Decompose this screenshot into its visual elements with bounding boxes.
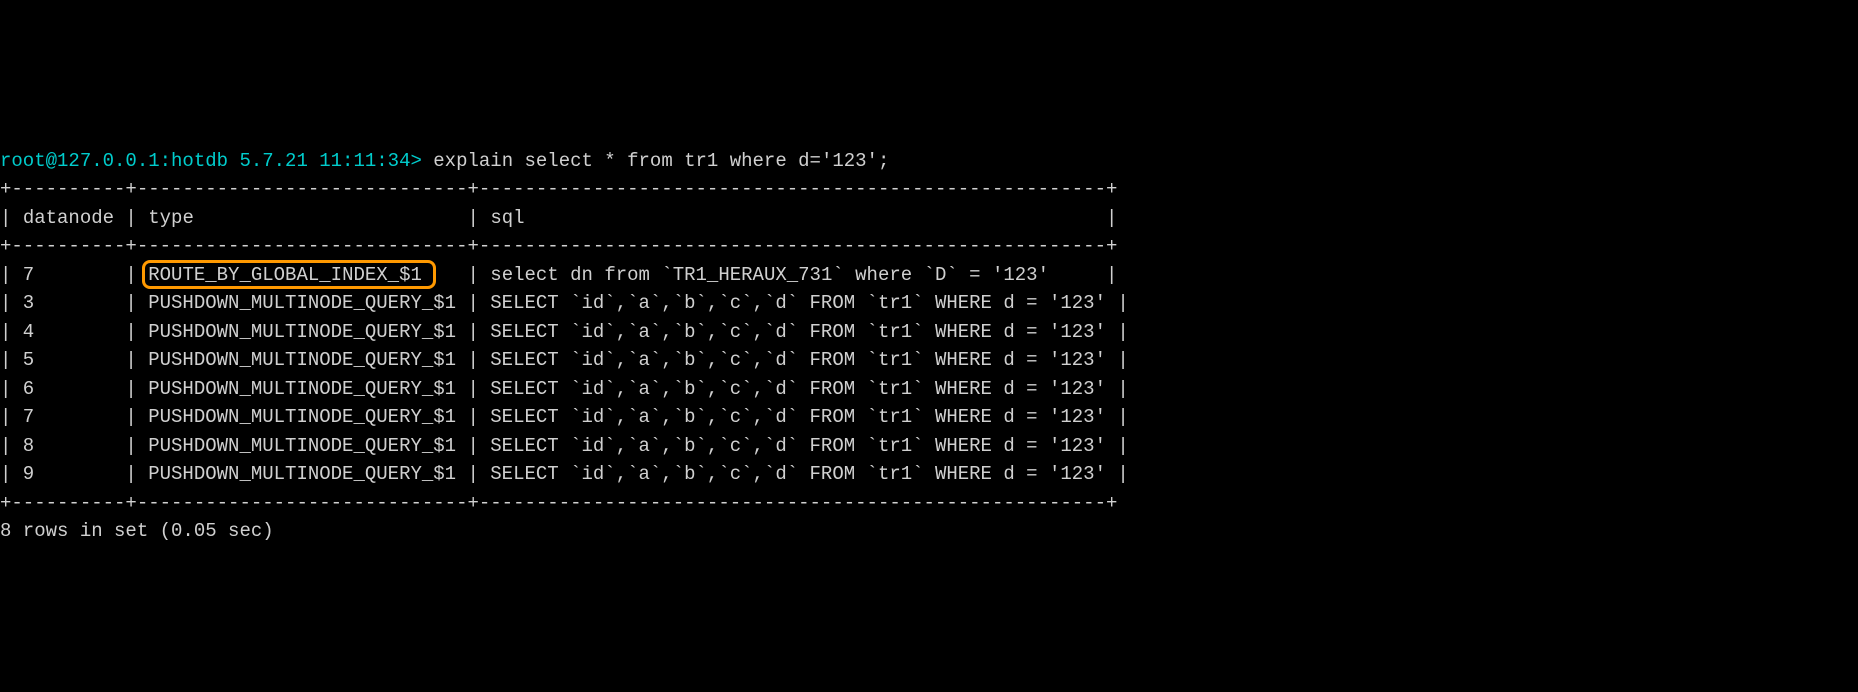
highlight-box [142, 260, 436, 289]
header-datanode: datanode [23, 207, 114, 229]
table-separator-bot: +----------+----------------------------… [0, 492, 1117, 514]
table-row: | 3 | PUSHDOWN_MULTINODE_QUERY_$1 | SELE… [0, 292, 1129, 314]
table-row: | 7 | PUSHDOWN_MULTINODE_QUERY_$1 | SELE… [0, 406, 1129, 428]
table-header-row: | datanode | type | sql | [0, 207, 1117, 229]
table-body: | 7 | ROUTE_BY_GLOBAL_INDEX_$1 | select … [0, 261, 1858, 489]
terminal-output: root@127.0.0.1:hotdb 5.7.21 11:11:34> ex… [0, 114, 1858, 550]
type-cell-highlighted: ROUTE_BY_GLOBAL_INDEX_$1 [148, 264, 456, 286]
table-row: | 5 | PUSHDOWN_MULTINODE_QUERY_$1 | SELE… [0, 349, 1129, 371]
prompt-command: explain select * from tr1 where d='123'; [422, 150, 889, 172]
prompt-user-host: root@127.0.0.1:hotdb 5.7.21 11:11:34> [0, 150, 422, 172]
header-sql: sql [490, 207, 524, 229]
table-separator-mid: +----------+----------------------------… [0, 235, 1117, 257]
footer-line: 8 rows in set (0.05 sec) [0, 520, 274, 542]
table-separator-top: +----------+----------------------------… [0, 178, 1117, 200]
table-row: | 7 | ROUTE_BY_GLOBAL_INDEX_$1 | select … [0, 264, 1117, 286]
header-type: type [148, 207, 194, 229]
table-row: | 9 | PUSHDOWN_MULTINODE_QUERY_$1 | SELE… [0, 463, 1129, 485]
prompt-line: root@127.0.0.1:hotdb 5.7.21 11:11:34> ex… [0, 150, 889, 172]
table-row: | 8 | PUSHDOWN_MULTINODE_QUERY_$1 | SELE… [0, 435, 1129, 457]
table-row: | 6 | PUSHDOWN_MULTINODE_QUERY_$1 | SELE… [0, 378, 1129, 400]
table-row: | 4 | PUSHDOWN_MULTINODE_QUERY_$1 | SELE… [0, 321, 1129, 343]
